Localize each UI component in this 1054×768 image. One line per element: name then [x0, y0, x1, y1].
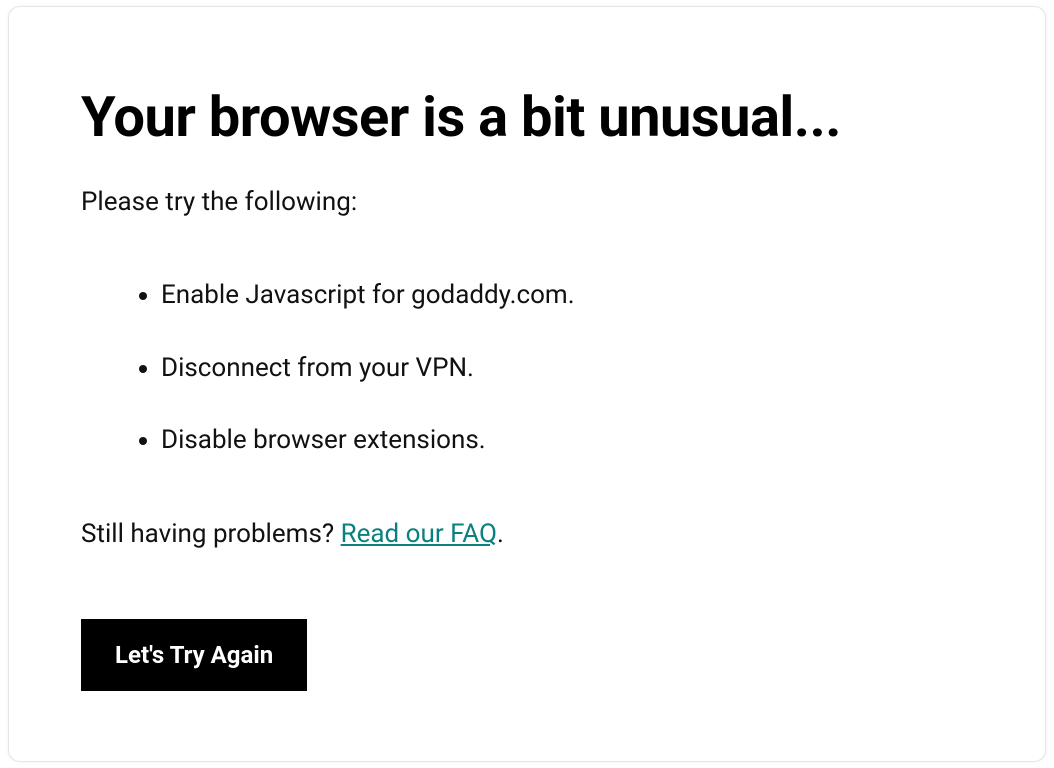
- help-suffix: .: [497, 519, 504, 549]
- list-item: Disable browser extensions.: [161, 422, 973, 458]
- list-item: Disconnect from your VPN.: [161, 350, 973, 386]
- page-title: Your browser is a bit unusual...: [81, 85, 973, 149]
- help-line: Still having problems? Read our FAQ.: [81, 519, 973, 549]
- instructions-list: Enable Javascript for godaddy.com. Disco…: [81, 277, 973, 458]
- faq-link[interactable]: Read our FAQ: [341, 519, 497, 549]
- help-prefix: Still having problems?: [81, 519, 341, 549]
- instructions-subheading: Please try the following:: [81, 187, 973, 217]
- list-item: Enable Javascript for godaddy.com.: [161, 277, 973, 313]
- error-card: Your browser is a bit unusual... Please …: [8, 6, 1046, 762]
- retry-button[interactable]: Let's Try Again: [81, 619, 307, 691]
